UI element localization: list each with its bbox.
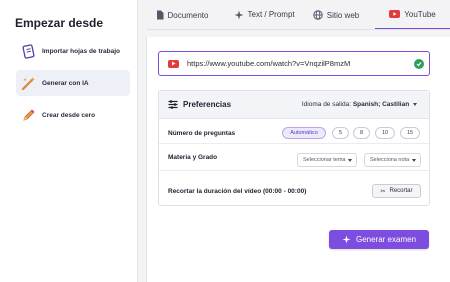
questions-label: Número de preguntas: [168, 130, 236, 137]
youtube-url-input[interactable]: https://www.youtube.com/watch?v=VnqzilP8…: [158, 51, 430, 76]
pencil-icon: [20, 107, 36, 123]
generate-exam-button[interactable]: Generar examen: [329, 230, 429, 249]
questions-row: Número de preguntas Automático 5 8 10 15: [159, 122, 429, 144]
topic-select-placeholder: Seleccionar tema: [303, 157, 346, 163]
worksheet-icon: [20, 43, 36, 59]
document-icon: [156, 10, 164, 20]
youtube-icon: [389, 10, 401, 18]
question-option-8[interactable]: 8: [353, 127, 370, 139]
chevron-down-icon: [348, 159, 352, 162]
question-option-auto[interactable]: Automático: [282, 127, 326, 139]
globe-icon: [313, 10, 323, 20]
tab-label: Text / Prompt: [247, 10, 295, 19]
subject-label: Materia y Grado: [168, 154, 218, 161]
tab-label: YouTube: [404, 9, 436, 19]
youtube-icon: [168, 59, 179, 68]
trim-row: Recortar la duración del vídeo (00:00 - …: [159, 180, 429, 206]
question-option-5[interactable]: 5: [332, 127, 349, 139]
preferences-title: Preferencias: [183, 100, 232, 109]
chevron-down-icon: [412, 159, 416, 162]
sliders-icon: [168, 100, 178, 109]
tab-sitio-web[interactable]: Sitio web: [305, 0, 367, 30]
trim-button[interactable]: ✂ Recortar: [372, 184, 421, 198]
magic-wand-icon: [20, 75, 36, 91]
sidebar-item-label: Generar con IA: [42, 79, 89, 87]
tab-label: Sitio web: [326, 10, 360, 20]
sparkle-icon: [342, 235, 351, 244]
grade-select-placeholder: Selecciona nota: [370, 157, 410, 163]
language-value: Spanish; Castilian: [352, 101, 410, 108]
preferences-panel: Preferencias Idioma de salida: Spanish; …: [158, 90, 430, 206]
sparkle-icon: [234, 10, 244, 20]
tabs-divider: [147, 29, 450, 30]
sidebar-item-label: Importar hojas de trabajo: [42, 47, 121, 55]
url-value: https://www.youtube.com/watch?v=VnqzilP8…: [187, 59, 351, 68]
language-label: Idioma de salida:: [301, 101, 352, 108]
scissors-icon: ✂: [380, 188, 386, 195]
sidebar-item-import-worksheets[interactable]: Importar hojas de trabajo: [16, 38, 130, 64]
trim-button-label: Recortar: [389, 188, 413, 194]
sidebar-title: Empezar desde: [15, 16, 104, 30]
sidebar-item-create-scratch[interactable]: Crear desde cero: [16, 102, 130, 128]
tab-youtube[interactable]: YouTube: [375, 0, 450, 30]
chevron-down-icon: [413, 102, 417, 106]
trim-label: Recortar la duración del vídeo (00:00 - …: [168, 188, 307, 195]
tab-label: Documento: [167, 10, 209, 20]
check-icon: [414, 59, 424, 69]
subject-grade-row: Materia y Grado Seleccionar tema Selecci…: [159, 149, 429, 171]
output-language-select[interactable]: Idioma de salida: Spanish; Castilian: [302, 101, 417, 108]
source-tabs: Documento Text / Prompt Sitio web YouTub…: [147, 0, 450, 30]
preferences-header: Preferencias Idioma de salida: Spanish; …: [159, 91, 429, 119]
question-option-10[interactable]: 10: [375, 127, 395, 139]
sidebar-item-label: Crear desde cero: [42, 111, 96, 119]
sidebar: Empezar desde Importar hojas de trabajo …: [0, 0, 138, 282]
generate-exam-label: Generar examen: [355, 235, 417, 244]
question-option-15[interactable]: 15: [400, 127, 420, 139]
topic-select[interactable]: Seleccionar tema: [297, 153, 357, 167]
tab-documento[interactable]: Documento: [147, 0, 217, 30]
tab-text-prompt[interactable]: Text / Prompt: [227, 0, 302, 30]
grade-select[interactable]: Selecciona nota: [364, 153, 421, 167]
sidebar-item-generate-ai[interactable]: Generar con IA: [16, 70, 130, 96]
